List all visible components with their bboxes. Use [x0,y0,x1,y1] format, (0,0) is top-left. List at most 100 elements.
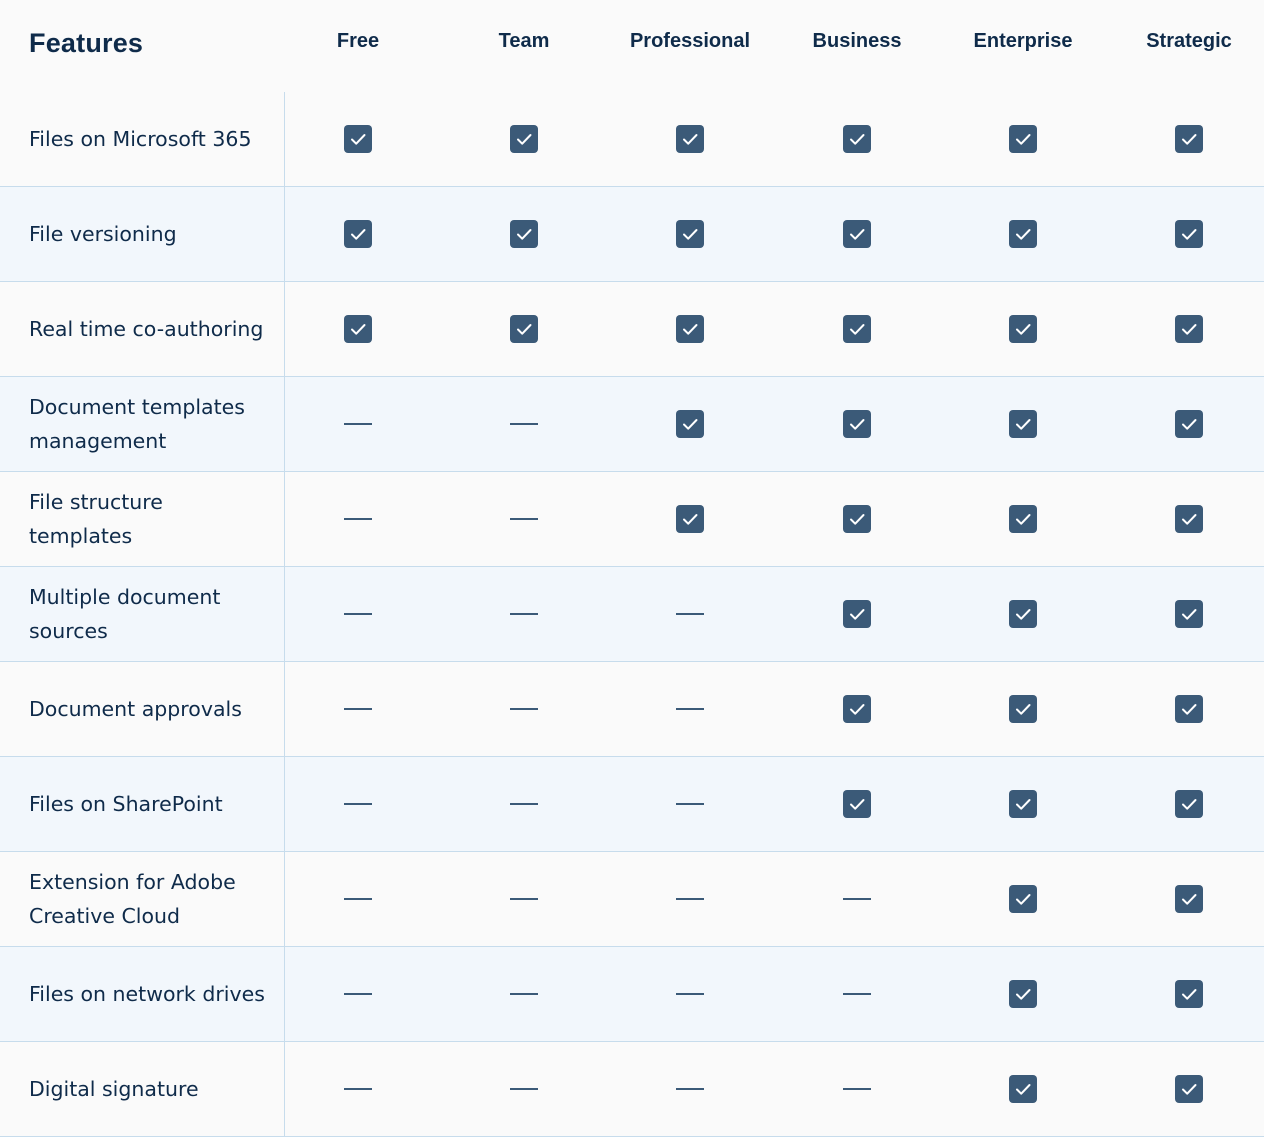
table-row: File versioning [0,187,1264,282]
check-icon [1175,125,1203,153]
plan-cell-strategic [1169,282,1209,376]
plan-cell-professional [670,757,710,851]
plan-cell-business [837,92,877,186]
feature-label: Files on SharePoint [29,792,223,816]
plan-cell-free [338,852,378,946]
plan-cell-team [504,947,544,1041]
dash-icon [344,708,372,710]
check-icon [676,505,704,533]
table-row: Extension for Adobe Creative Cloud [0,852,1264,947]
check-icon [1175,980,1203,1008]
features-title: Features [29,28,144,58]
plan-cell-enterprise [1003,1042,1043,1136]
plan-cell-strategic [1169,567,1209,661]
plan-cell-team [504,282,544,376]
check-icon [1009,790,1037,818]
plan-cell-professional [670,187,710,281]
dash-icon [510,1088,538,1090]
dash-icon [344,518,372,520]
plan-cell-team [504,187,544,281]
plan-cell-enterprise [1003,567,1043,661]
table-row: Files on Microsoft 365 [0,92,1264,187]
check-icon [1175,600,1203,628]
check-icon [676,410,704,438]
plan-cell-business [837,187,877,281]
column-divider [284,92,285,1137]
check-icon [843,220,871,248]
check-icon [676,315,704,343]
plan-cell-business [837,282,877,376]
check-icon [843,505,871,533]
plan-cell-team [504,662,544,756]
check-icon [510,315,538,343]
plan-cell-professional [670,662,710,756]
check-icon [1009,315,1037,343]
check-icon [1009,695,1037,723]
plan-cell-strategic [1169,187,1209,281]
check-icon [843,790,871,818]
dash-icon [510,613,538,615]
feature-label: Extension for Adobe Creative Cloud [29,870,236,928]
plan-cell-team [504,1042,544,1136]
feature-label: Real time co-authoring [29,317,264,341]
check-icon [1009,980,1037,1008]
plan-cell-free [338,92,378,186]
check-icon [344,220,372,248]
plan-cell-enterprise [1003,377,1043,471]
plan-cell-business [837,1042,877,1136]
check-icon [1009,600,1037,628]
dash-icon [344,613,372,615]
check-icon [1175,695,1203,723]
dash-icon [843,993,871,995]
feature-label: Digital signature [29,1077,199,1101]
table-row: Files on SharePoint [0,757,1264,852]
check-icon [510,125,538,153]
plan-cell-enterprise [1003,92,1043,186]
plan-cell-team [504,852,544,946]
dash-icon [843,1088,871,1090]
plan-cell-business [837,377,877,471]
feature-label: Multiple document sources [29,585,221,643]
plan-cell-enterprise [1003,757,1043,851]
plan-cell-team [504,567,544,661]
check-icon [843,315,871,343]
plan-cell-professional [670,852,710,946]
plan-cell-professional [670,377,710,471]
dash-icon [344,993,372,995]
plan-cell-business [837,567,877,661]
dash-icon [344,898,372,900]
check-icon [1175,790,1203,818]
plan-cell-free [338,662,378,756]
plan-cell-free [338,187,378,281]
dash-icon [344,803,372,805]
table-row: Document approvals [0,662,1264,757]
feature-label: File versioning [29,222,177,246]
plan-cell-free [338,282,378,376]
dash-icon [676,613,704,615]
plan-cell-business [837,947,877,1041]
check-icon [843,410,871,438]
plan-cell-enterprise [1003,472,1043,566]
plan-cell-free [338,472,378,566]
check-icon [1009,125,1037,153]
check-icon [344,125,372,153]
table-header: Features Free Team Professional Business… [0,0,1264,92]
plan-cell-professional [670,92,710,186]
feature-label: Files on Microsoft 365 [29,127,252,151]
dash-icon [344,423,372,425]
check-icon [1175,505,1203,533]
check-icon [1175,315,1203,343]
plan-header-free: Free [336,30,380,52]
plan-cell-free [338,757,378,851]
dash-icon [676,898,704,900]
check-icon [843,600,871,628]
plan-cell-business [837,472,877,566]
check-icon [1175,1075,1203,1103]
plan-cell-free [338,947,378,1041]
check-icon [1175,220,1203,248]
dash-icon [510,423,538,425]
plan-cell-strategic [1169,947,1209,1041]
plan-cell-professional [670,567,710,661]
dash-icon [676,803,704,805]
table-row: Real time co-authoring [0,282,1264,377]
